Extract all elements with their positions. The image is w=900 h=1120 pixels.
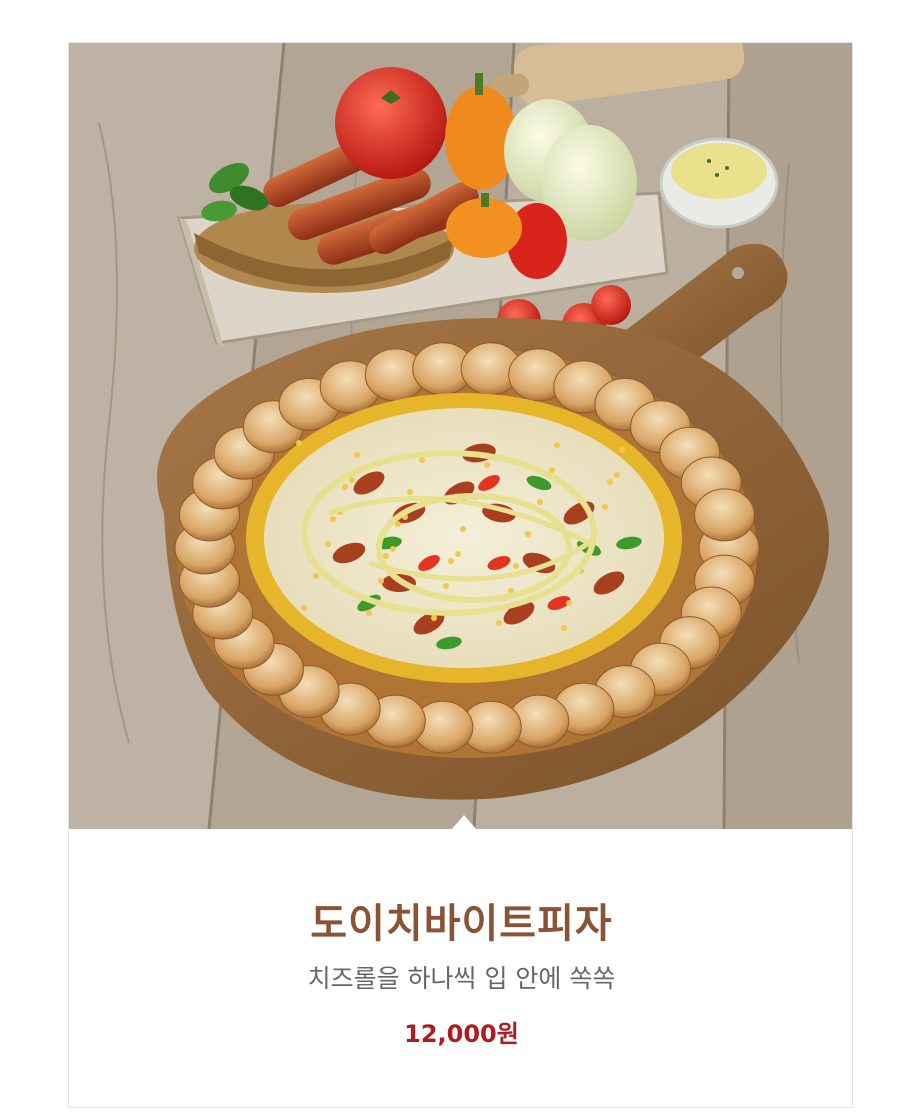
corn-kernel [496,620,502,626]
corn-kernel [366,610,372,616]
corn-kernel [614,472,620,478]
corn-kernel [537,499,543,505]
corn-kernel [313,573,319,579]
corn-kernel [525,531,531,537]
corn-kernel [566,600,572,606]
corn-kernel [549,467,555,473]
corn-kernel [602,504,608,510]
sauce-bowl [659,137,779,229]
product-card[interactable]: 도이치바이트피자 치즈롤을 하나씩 입 안에 쏙쏙 12,000원 [68,42,853,1108]
pizza [174,342,760,758]
image-notch [452,815,476,829]
corn-kernel [448,558,454,564]
corn-kernel [431,615,437,621]
corn-kernel [354,452,360,458]
corn-kernel [513,563,519,569]
product-name: 도이치바이트피자 [310,901,613,947]
corn-kernel [301,605,307,611]
corn-kernel [325,541,331,547]
corn-kernel [607,479,613,485]
corn-kernel [460,526,466,532]
corn-kernel [390,546,396,552]
corn-kernel [443,583,449,589]
corn-kernel [330,516,336,522]
product-price: 12,000원 [404,1020,519,1048]
crust-roll [694,488,755,542]
corn-kernel [455,551,461,557]
corn-kernel [378,578,384,584]
corn-kernel [342,484,348,490]
corn-kernel [296,440,302,446]
corn-kernel [561,625,567,631]
product-description: 치즈롤을 하나씩 입 안에 쏙쏙 [307,964,616,993]
corn-kernel [419,457,425,463]
product-photo [69,43,852,829]
corn-kernel [484,462,490,468]
corn-kernel [619,447,625,453]
corn-kernel [554,442,560,448]
corn-kernel [407,489,413,495]
